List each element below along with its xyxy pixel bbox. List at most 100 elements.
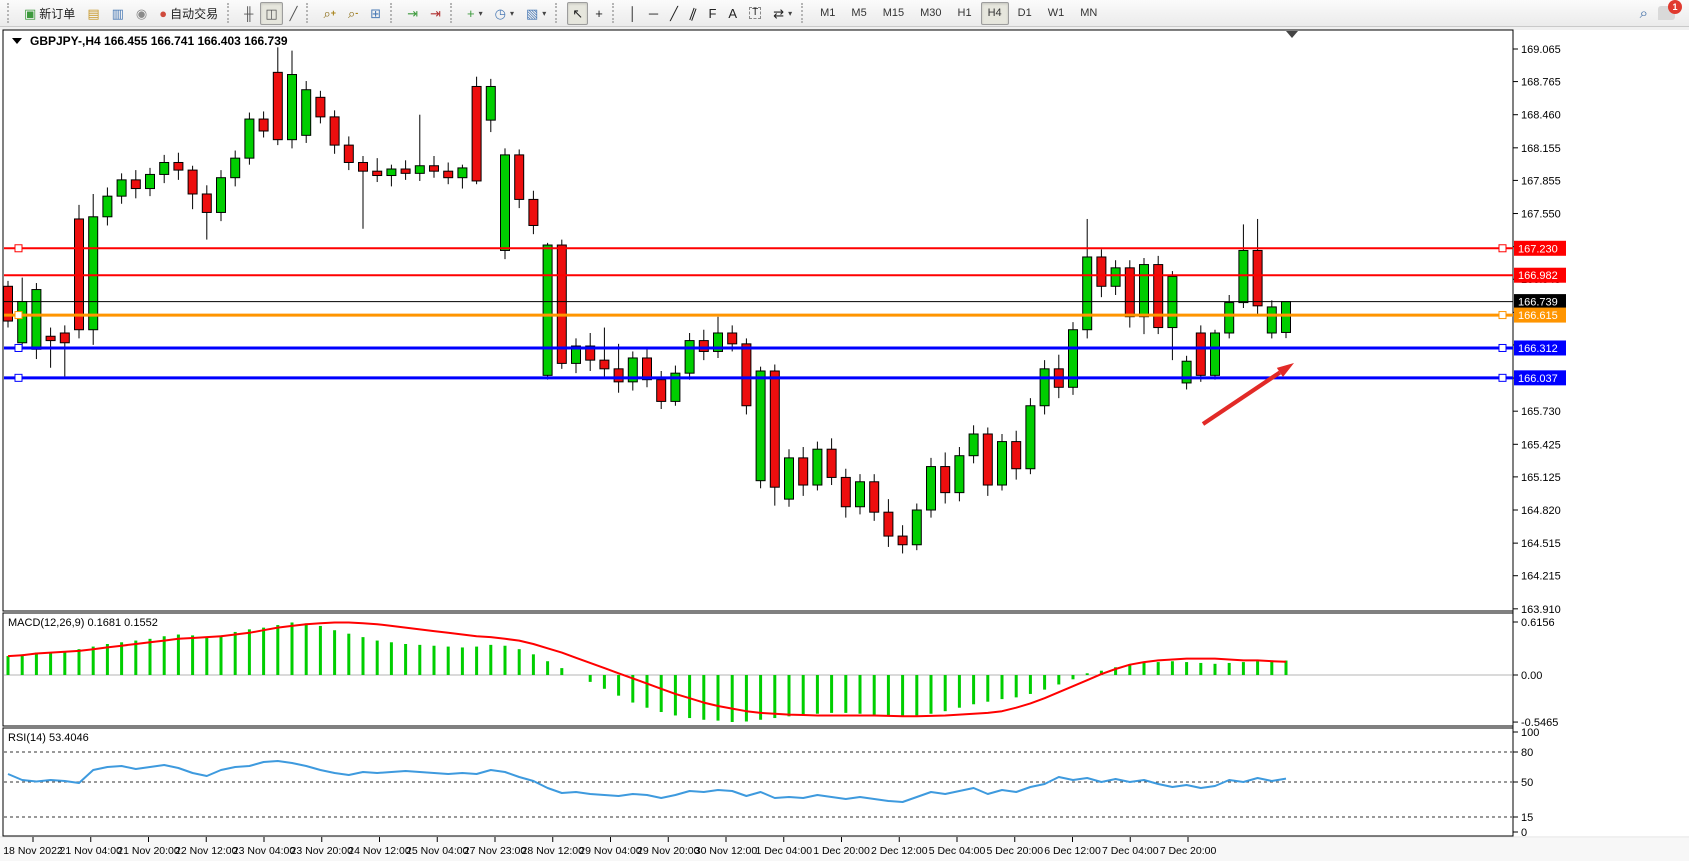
tf-d1-button[interactable]: D1 bbox=[1011, 2, 1039, 25]
candle-body bbox=[756, 371, 765, 481]
chevron-down-icon: ▾ bbox=[479, 9, 483, 18]
time-tick-label: 30 Nov 12:00 bbox=[695, 845, 758, 857]
zoom-out-button[interactable]: ⌕- bbox=[343, 2, 363, 25]
candle-body bbox=[799, 458, 808, 485]
candle-body bbox=[18, 301, 27, 342]
tf-m1-button[interactable]: M1 bbox=[813, 2, 842, 25]
line-handle[interactable] bbox=[1499, 344, 1506, 351]
line-handle[interactable] bbox=[15, 245, 22, 252]
tf-m15-button[interactable]: M15 bbox=[876, 2, 911, 25]
tf-mn-button-label: MN bbox=[1080, 7, 1097, 19]
candle-body bbox=[344, 145, 353, 162]
periods-button[interactable]: ◷▾ bbox=[490, 2, 519, 25]
line-handle[interactable] bbox=[1499, 374, 1506, 381]
line-handle[interactable] bbox=[1499, 245, 1506, 252]
candle-body bbox=[983, 434, 992, 485]
line-handle[interactable] bbox=[15, 312, 22, 319]
price-tick-label: 164.215 bbox=[1521, 571, 1561, 583]
time-axis[interactable]: 18 Nov 202221 Nov 04:0021 Nov 20:0022 No… bbox=[0, 837, 1689, 861]
macd-axis-label: 0.6156 bbox=[1521, 617, 1555, 629]
candle-body bbox=[543, 245, 552, 375]
tf-d1-button-label: D1 bbox=[1018, 7, 1032, 19]
price-label-text: 166.615 bbox=[1518, 310, 1558, 322]
arrows-icon: ⇄ bbox=[773, 7, 784, 20]
periods-icon: ◷ bbox=[495, 7, 506, 20]
price-tick-label: 168.155 bbox=[1521, 143, 1561, 155]
text-button[interactable]: A bbox=[723, 2, 742, 25]
auto-scroll-button[interactable]: ⇥ bbox=[402, 2, 423, 25]
candle-body bbox=[770, 371, 779, 487]
candle-body bbox=[415, 166, 424, 174]
label-button[interactable]: T bbox=[744, 2, 766, 25]
hline-button[interactable]: ─ bbox=[644, 2, 663, 25]
indicators-button[interactable]: +▾ bbox=[462, 2, 488, 25]
tf-m5-button[interactable]: M5 bbox=[844, 2, 873, 25]
candle-body bbox=[728, 333, 737, 344]
channel-button[interactable]: ∥ bbox=[685, 2, 702, 25]
notifications-icon[interactable]: 1 bbox=[1658, 6, 1675, 20]
tile-windows-button[interactable]: ⊞ bbox=[365, 2, 386, 25]
line-handle[interactable] bbox=[15, 344, 22, 351]
tf-h4-button[interactable]: H4 bbox=[981, 2, 1009, 25]
time-tick-label: 7 Dec 04:00 bbox=[1102, 845, 1159, 857]
chart-shift-button[interactable]: ⇥ bbox=[425, 2, 446, 25]
chevron-down-icon: ▾ bbox=[788, 9, 792, 18]
candle-chart-button[interactable]: ◫ bbox=[260, 2, 282, 25]
new-order-icon: ▣ bbox=[24, 7, 36, 20]
candle-body bbox=[231, 158, 240, 178]
time-tick-label: 21 Nov 20:00 bbox=[117, 845, 180, 857]
zoom-in-button[interactable]: ⌕+ bbox=[318, 2, 341, 25]
tf-m30-button[interactable]: M30 bbox=[913, 2, 948, 25]
arrows-button[interactable]: ⇄▾ bbox=[768, 2, 797, 25]
templates-icon: ▧ bbox=[526, 7, 538, 20]
line-handle[interactable] bbox=[1499, 312, 1506, 319]
tf-mn-button[interactable]: MN bbox=[1073, 2, 1104, 25]
autotrading-button[interactable]: ●自动交易 bbox=[154, 2, 223, 25]
candle-body bbox=[1239, 250, 1248, 302]
candle-body bbox=[600, 360, 609, 369]
line-chart-button[interactable]: ╱ bbox=[285, 2, 303, 25]
toolbar-separator bbox=[555, 3, 563, 23]
candle-body bbox=[927, 467, 936, 510]
line-handle[interactable] bbox=[15, 374, 22, 381]
tf-w1-button-label: W1 bbox=[1048, 7, 1065, 19]
candle-body bbox=[742, 344, 751, 406]
candle-body bbox=[486, 86, 495, 120]
candle-body bbox=[1097, 257, 1106, 286]
candle-body bbox=[359, 162, 368, 171]
signals-button[interactable]: ◉ bbox=[131, 2, 152, 25]
cursor-button[interactable]: ↖ bbox=[567, 2, 588, 25]
chart-window: 169.065168.765168.460168.155167.855167.5… bbox=[0, 26, 1689, 861]
trendline-button[interactable]: ╱ bbox=[665, 2, 683, 25]
time-tick-label: 1 Dec 04:00 bbox=[755, 845, 812, 857]
bar-chart-button[interactable]: ╫ bbox=[239, 2, 258, 25]
tf-w1-button[interactable]: W1 bbox=[1041, 2, 1072, 25]
candle-body bbox=[217, 178, 226, 213]
candle-body bbox=[529, 199, 538, 225]
time-tick-label: 22 Nov 12:00 bbox=[175, 845, 238, 857]
auto-scroll-icon: ⇥ bbox=[407, 7, 418, 20]
fibonacci-button[interactable]: F bbox=[703, 2, 721, 25]
macd-axis-label: 0.00 bbox=[1521, 670, 1542, 682]
rsi-panel[interactable] bbox=[3, 728, 1513, 836]
rsi-axis-label: 80 bbox=[1521, 747, 1533, 759]
candle-body bbox=[89, 217, 98, 330]
vline-button[interactable]: │ bbox=[624, 2, 642, 25]
rsi-axis-label: 50 bbox=[1521, 777, 1533, 789]
tf-m1-button-label: M1 bbox=[820, 7, 835, 19]
time-tick-label: 27 Nov 23:00 bbox=[464, 845, 527, 857]
zoom-suffix: - bbox=[355, 8, 358, 18]
candle-body bbox=[699, 341, 708, 352]
rsi-label: RSI(14) 53.4046 bbox=[8, 732, 89, 744]
price-label-text: 167.230 bbox=[1518, 243, 1558, 255]
new-order-button[interactable]: ▣新订单 bbox=[19, 2, 80, 25]
candle-body bbox=[1225, 303, 1234, 333]
search-icon[interactable]: ⌕ bbox=[1640, 5, 1648, 22]
market-watch-button[interactable]: ▤ bbox=[82, 2, 104, 25]
tf-h1-button[interactable]: H1 bbox=[951, 2, 979, 25]
price-label-text: 166.739 bbox=[1518, 297, 1558, 309]
crosshair-button[interactable]: + bbox=[590, 2, 608, 25]
templates-button[interactable]: ▧▾ bbox=[521, 2, 551, 25]
navigator-button[interactable]: ▥ bbox=[107, 2, 129, 25]
price-tick-label: 165.730 bbox=[1521, 406, 1561, 418]
